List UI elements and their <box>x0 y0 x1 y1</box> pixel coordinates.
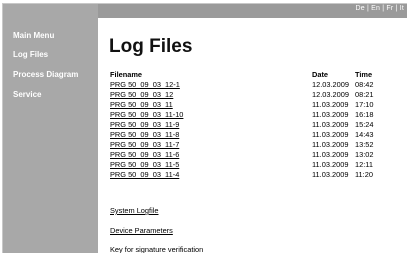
table-row: PRG 50_09_03_12 12.03.2009 08:21 <box>110 90 385 100</box>
browser-page: Main Menu Log Files Process Diagram Serv… <box>2 3 407 253</box>
table-row: PRG 50_09_03_11-10 11.03.2009 16:18 <box>110 110 385 120</box>
file-date: 11.03.2009 <box>312 100 349 109</box>
table-row: PRG 50_09_03_11 11.03.2009 17:10 <box>110 100 385 110</box>
file-date: 11.03.2009 <box>312 130 349 139</box>
sidebar-item-log-files[interactable]: Log Files <box>13 50 48 59</box>
log-file-link[interactable]: PRG 50_09_03_11-6 <box>110 150 179 159</box>
log-file-link[interactable]: PRG 50_09_03_11-8 <box>110 130 179 139</box>
file-date: 11.03.2009 <box>312 110 349 119</box>
file-time: 15:24 <box>355 120 374 129</box>
file-date: 11.03.2009 <box>312 160 349 169</box>
file-date: 12.03.2009 <box>312 80 349 89</box>
table-row: PRG 50_09_03_11-5 11.03.2009 12:11 <box>110 160 385 170</box>
column-header-filename: Filename <box>110 70 143 79</box>
log-file-link[interactable]: PRG 50_09_03_11-7 <box>110 140 179 149</box>
table-row: PRG 50_09_03_11-7 11.03.2009 13:52 <box>110 140 385 150</box>
sidebar-item-main-menu[interactable]: Main Menu <box>13 31 54 40</box>
file-time: 12:11 <box>355 160 373 169</box>
column-header-time: Time <box>355 70 373 79</box>
top-bar: De | En | Fr | It <box>98 4 407 18</box>
log-file-link[interactable]: PRG 50_09_03_11-4 <box>110 170 179 179</box>
signature-key-text: Key for signature verification <box>110 245 204 253</box>
log-file-link[interactable]: PRG 50_09_03_11-5 <box>110 160 179 169</box>
file-date: 12.03.2009 <box>312 90 349 99</box>
file-time: 11:20 <box>355 170 373 179</box>
table-row: PRG 50_09_03_11-8 11.03.2009 14:43 <box>110 130 385 140</box>
file-date: 11.03.2009 <box>312 120 349 129</box>
sidebar-item-process-diagram[interactable]: Process Diagram <box>13 70 78 79</box>
table-row: PRG 50_09_03_12-1 12.03.2009 08:42 <box>110 80 385 90</box>
table-row: PRG 50_09_03_11-4 11.03.2009 11:20 <box>110 170 385 180</box>
file-time: 16:18 <box>355 110 374 119</box>
sidebar: Main Menu Log Files Process Diagram Serv… <box>3 4 98 253</box>
log-file-link[interactable]: PRG 50_09_03_11 <box>110 100 173 109</box>
device-parameters-link[interactable]: Device Parameters <box>110 226 173 235</box>
file-date: 11.03.2009 <box>312 140 349 149</box>
file-time: 17:10 <box>355 100 374 109</box>
table-row: PRG 50_09_03_11-6 11.03.2009 13:02 <box>110 150 385 160</box>
log-file-link[interactable]: PRG 50_09_03_11-10 <box>110 110 183 119</box>
file-date: 11.03.2009 <box>312 150 349 159</box>
file-date: 11.03.2009 <box>312 170 349 179</box>
sidebar-item-service[interactable]: Service <box>13 90 41 99</box>
main-content: Log Files Filename Date Time PRG 50_09_0… <box>98 18 407 253</box>
table-row: PRG 50_09_03_11-9 11.03.2009 15:24 <box>110 120 385 130</box>
table-header-row: Filename Date Time <box>110 70 385 80</box>
language-selector[interactable]: De | En | Fr | It <box>355 5 404 12</box>
column-header-date: Date <box>312 70 329 79</box>
log-file-link[interactable]: PRG 50_09_03_11-9 <box>110 120 179 129</box>
file-time: 08:21 <box>355 90 374 99</box>
log-files-table: Filename Date Time PRG 50_09_03_12-1 12.… <box>110 70 385 180</box>
log-file-link[interactable]: PRG 50_09_03_12-1 <box>110 80 180 89</box>
system-logfile-link[interactable]: System Logfile <box>110 206 158 215</box>
file-time: 13:02 <box>355 150 374 159</box>
file-time: 13:52 <box>355 140 374 149</box>
log-file-link[interactable]: PRG 50_09_03_12 <box>110 90 173 99</box>
file-time: 08:42 <box>355 80 374 89</box>
page-title: Log Files <box>109 36 193 57</box>
file-time: 14:43 <box>355 130 374 139</box>
